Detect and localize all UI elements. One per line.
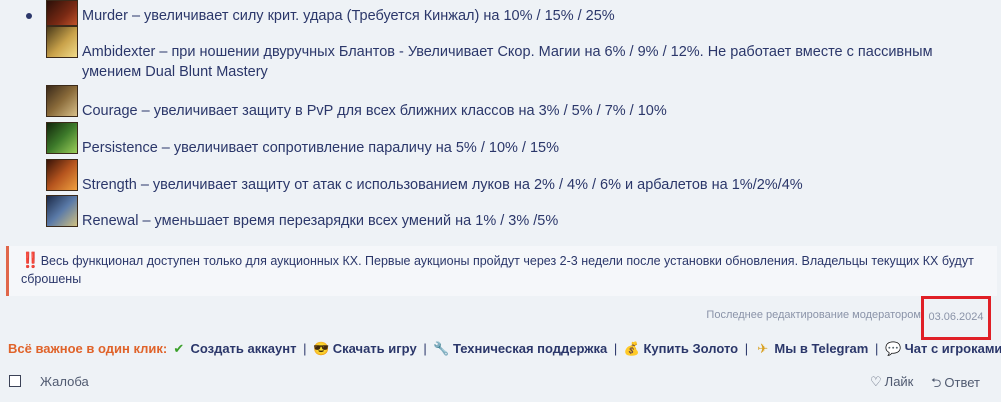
skill-text: Courage – увеличивает защиту в PvP для в… <box>82 103 667 119</box>
persistence-skill-icon <box>46 122 78 154</box>
like-button[interactable]: ♡ Лайк <box>870 374 913 390</box>
strength-skill-icon <box>46 159 78 191</box>
download-game-link[interactable]: Скачать игру <box>333 341 417 356</box>
reply-arrow-icon: ⮌ <box>931 375 942 390</box>
skill-item-persistence: Persistence – увеличивает сопротивление … <box>46 122 981 158</box>
buy-gold-link[interactable]: Купить Золото <box>644 341 739 356</box>
report-link[interactable]: Жалоба <box>40 374 89 389</box>
player-chat-link[interactable]: Чат с игроками <box>905 341 1001 356</box>
murder-skill-icon <box>46 0 78 26</box>
select-post-checkbox[interactable] <box>9 375 21 387</box>
skill-item-strength: Strength – увеличивает защиту от атак с … <box>46 159 981 195</box>
speech-bubble-icon: 💬 <box>884 341 902 356</box>
renewal-skill-icon <box>46 195 78 227</box>
reply-button[interactable]: ⮌ Ответ <box>931 374 980 396</box>
skill-item-courage: Courage – увеличивает защиту в PvP для в… <box>46 85 981 121</box>
skill-text: Ambidexter – при ношении двуручных Блант… <box>82 44 933 80</box>
post-footer: Жалоба ♡ Лайк ⮌ Ответ <box>0 368 1001 396</box>
courage-skill-icon <box>46 85 78 117</box>
divider: | <box>874 341 879 356</box>
last-edited-label: Последнее редактирование модератором: <box>706 309 924 321</box>
divider: | <box>303 341 307 356</box>
ambidexter-skill-icon <box>46 26 78 58</box>
quick-links-bar: Всё важное в один клик: ✔ Создать аккаун… <box>8 340 1001 358</box>
checkmark-icon: ✔ <box>173 341 185 356</box>
double-exclamation-icon: ‼️ <box>21 252 40 269</box>
create-account-link[interactable]: Создать аккаунт <box>190 341 296 356</box>
notice-text: Весь функционал доступен только для аукц… <box>21 254 974 286</box>
bullet <box>26 13 32 19</box>
skill-text: Persistence – увеличивает сопротивление … <box>82 140 560 156</box>
divider: | <box>613 341 618 356</box>
skill-item-murder: Murder – увеличивает силу крит. удара (Т… <box>26 0 981 26</box>
skill-text: Renewal – уменьшает время перезарядки вс… <box>82 213 559 229</box>
divider: | <box>744 341 749 356</box>
last-edited-date: 03.06.2024 <box>921 296 991 340</box>
heart-icon: ♡ <box>870 374 882 389</box>
wrench-icon: 🔧 <box>433 341 450 356</box>
telegram-link[interactable]: Мы в Telegram <box>774 341 868 356</box>
skill-text: Murder – увеличивает силу крит. удара (Т… <box>82 8 615 24</box>
notice-block: ‼️ Весь функционал доступен только для ау… <box>6 246 997 296</box>
tech-support-link[interactable]: Техническая поддержка <box>453 341 607 356</box>
airplane-icon: ✈ <box>757 341 769 356</box>
money-bag-icon: 💰 <box>623 341 641 356</box>
quick-links-lead: Всё важное в один клик: <box>8 341 168 356</box>
divider: | <box>423 341 427 356</box>
skill-item-ambidexter: Ambidexter – при ношении двуручных Блант… <box>46 26 981 82</box>
skill-item-renewal: Renewal – уменьшает время перезарядки вс… <box>46 195 981 231</box>
skill-text: Strength – увеличивает защиту от атак с … <box>82 177 803 193</box>
sunglasses-icon: 😎 <box>313 341 330 356</box>
